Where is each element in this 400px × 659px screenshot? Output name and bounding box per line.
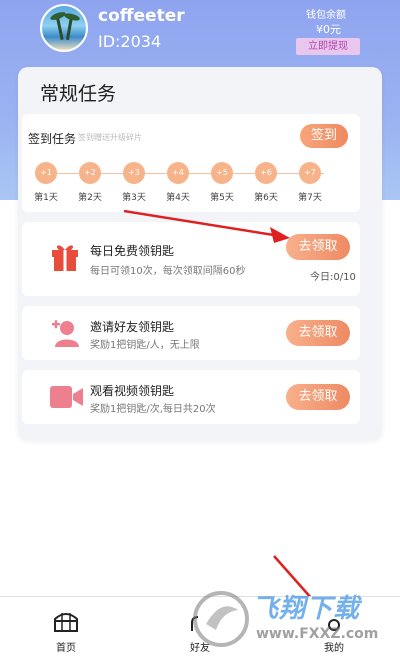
- wallet-amount: ¥0元: [316, 23, 341, 36]
- task-desc: 奖励1把钥匙/次,每日共20次: [90, 404, 216, 415]
- annotation-arrow-icon: [123, 209, 290, 243]
- day-bonus-5: +5: [211, 162, 233, 184]
- day-label-1: 第1天: [34, 193, 58, 203]
- task-desc: 每日可领10次，每次领取间隔60秒: [90, 266, 246, 277]
- day-label-3: 第3天: [122, 193, 146, 203]
- gift-icon: [52, 245, 78, 271]
- task-watch-video: 观看视频领钥匙 奖励1把钥匙/次,每日共20次 去领取: [22, 370, 360, 424]
- signin-button[interactable]: 签到: [300, 124, 348, 148]
- day-label-6: 第6天: [254, 193, 278, 203]
- tab-label: 首页: [56, 643, 76, 654]
- day-label-7: 第7天: [298, 193, 322, 203]
- signin-note: 签到赠送升级碎片: [78, 133, 142, 142]
- tab-home[interactable]: 首页: [26, 597, 106, 659]
- claim-button[interactable]: 去领取: [286, 384, 350, 410]
- task-invite-friends: 邀请好友领钥匙 奖励1把钥匙/人，无上限 去领取: [22, 306, 360, 360]
- day-bonus-2: +2: [79, 162, 101, 184]
- task-title: 邀请好友领钥匙: [90, 320, 175, 334]
- day-label-2: 第2天: [78, 193, 102, 203]
- day-bonus-3: +3: [123, 162, 145, 184]
- signin-title: 签到任务: [28, 132, 77, 146]
- watermark: 飞翔下载 www.FXXZ.com: [190, 584, 390, 656]
- add-friend-icon: [52, 320, 79, 347]
- claim-button[interactable]: 去领取: [286, 320, 350, 346]
- day-bonus-6: +6: [255, 162, 277, 184]
- today-count: 今日:0/10: [310, 272, 356, 283]
- day-label-5: 第5天: [210, 193, 234, 203]
- username: coffeeter: [98, 6, 185, 26]
- day-bonus-4: +4: [167, 162, 189, 184]
- day-label-4: 第4天: [166, 193, 190, 203]
- avatar[interactable]: [40, 4, 88, 52]
- day-bonus-7: +7: [299, 162, 321, 184]
- card-title: 常规任务: [40, 83, 117, 105]
- watermark-url: www.FXXZ.com: [256, 626, 379, 642]
- wallet-label: 钱包余额: [306, 10, 346, 21]
- user-id: ID:2034: [98, 32, 162, 51]
- video-camera-icon: [50, 386, 83, 408]
- watermark-logo-icon: [193, 591, 249, 647]
- day-bonus-1: +1: [35, 162, 57, 184]
- watermark-text: 飞翔下载: [252, 594, 361, 624]
- treasure-chest-icon: [54, 613, 78, 632]
- task-desc: 奖励1把钥匙/人，无上限: [90, 340, 200, 351]
- task-title: 观看视频领钥匙: [90, 384, 175, 398]
- withdraw-button[interactable]: 立即提现: [296, 38, 360, 55]
- signin-task-card: 签到任务 签到赠送升级碎片 签到 +1 +2 +3 +4 +5 +6 +7 第1…: [22, 114, 360, 212]
